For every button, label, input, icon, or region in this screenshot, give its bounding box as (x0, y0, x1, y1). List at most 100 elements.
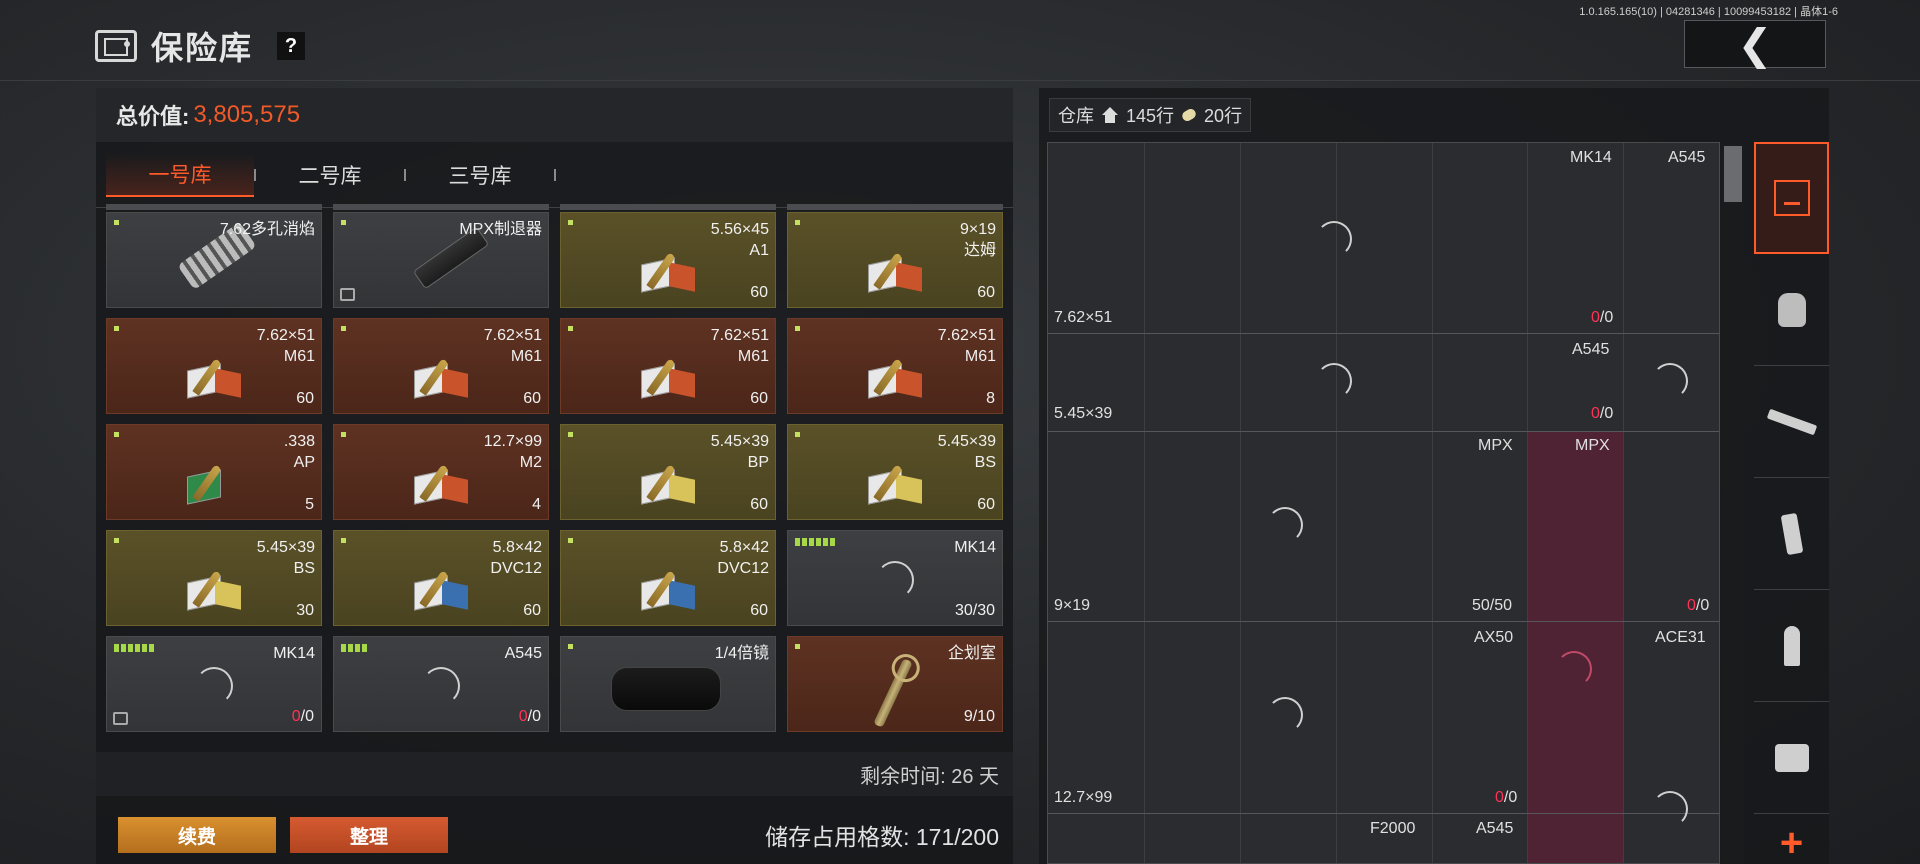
quality-dot (795, 326, 800, 331)
item-name: 5.45×39 BS (937, 433, 996, 471)
item-name: 5.56×45 A1 (710, 221, 769, 259)
loading-spinner-icon (1267, 697, 1303, 733)
item-slot[interactable]: MK14 30/30 (787, 530, 1003, 626)
back-button[interactable]: ❮ (1684, 20, 1826, 68)
loading-spinner-icon (1652, 791, 1688, 827)
item-slot[interactable]: 5.8×42 DVC12 60 (333, 530, 549, 626)
warehouse-grid[interactable]: MK14 A545 7.62×51 0/0 A545 5.45×39 0/0 M… (1047, 142, 1720, 864)
item-slot[interactable]: 企划室 9/10 (787, 636, 1003, 732)
quality-dot (341, 220, 346, 225)
item-name: MK14 (273, 645, 315, 662)
ammo-rows: 20行 (1204, 106, 1243, 126)
item-slot[interactable]: 5.45×39 BP 60 (560, 424, 776, 520)
tab-storage[interactable] (1754, 142, 1829, 254)
item-name: MPX制退器 (459, 221, 542, 238)
item-slot[interactable]: 12.7×99 M2 4 (333, 424, 549, 520)
version-text: 1.0.165.165(10) | 04281346 | 10099453182… (1579, 6, 1838, 18)
capacity-pips (795, 538, 835, 546)
item-name: 5.8×42 DVC12 (717, 539, 769, 577)
tab-attachments[interactable] (1754, 702, 1829, 814)
loading-spinner-icon (1556, 651, 1592, 687)
ammo-box-icon (414, 565, 484, 611)
caliber-label: 7.62×51 (1054, 309, 1113, 326)
item-slot[interactable]: 7.62×51 M61 60 (560, 318, 776, 414)
loading-spinner-icon (195, 667, 233, 705)
quality-dot (568, 644, 573, 649)
item-slot[interactable]: 9×19 达姆 60 (787, 212, 1003, 308)
item-slot[interactable]: 1/4倍镜 (560, 636, 776, 732)
total-value: 3,805,575 (193, 101, 301, 128)
slot-count: 0/0 (1591, 309, 1614, 326)
item-name: 12.7×99 M2 (483, 433, 542, 471)
item-slot[interactable]: MPX制退器 (333, 212, 549, 308)
remaining-time: 剩余时间: 26 天 (96, 752, 1013, 796)
item-slot[interactable]: 7.62×51 M61 60 (333, 318, 549, 414)
slot-label: MK14 (1570, 149, 1612, 166)
item-slot[interactable]: 5.45×39 BS 30 (106, 530, 322, 626)
quality-dot (568, 538, 573, 543)
ammo-box-icon (641, 459, 711, 505)
item-count: 0/0 (518, 708, 541, 725)
item-count: 60 (750, 284, 768, 301)
slot-label: MPX (1478, 437, 1513, 454)
item-slot[interactable]: 7.62×51 M61 8 (787, 318, 1003, 414)
item-name: .338 AP (283, 433, 315, 471)
home-icon (1102, 107, 1118, 123)
ammo-box-icon (187, 353, 257, 399)
ammo-box-icon (641, 247, 711, 293)
warehouse-label: 仓库 (1058, 106, 1094, 126)
total-value-row: 总价值: 3,805,575 (96, 88, 1013, 142)
tab-armor[interactable] (1754, 254, 1829, 366)
item-slot[interactable]: 7.62×51 M61 60 (106, 318, 322, 414)
slot-label: MPX (1575, 437, 1610, 454)
page-title: 保险库 (151, 30, 254, 66)
ammo-box-icon (641, 565, 711, 611)
renew-button[interactable]: 续费 (118, 817, 276, 853)
header-divider (0, 80, 1920, 81)
scrollbar-thumb[interactable] (1724, 146, 1742, 202)
item-name: 9×19 达姆 (959, 221, 996, 259)
item-count: 8 (986, 390, 995, 407)
capacity-pips (341, 644, 367, 652)
item-count: 60 (977, 496, 995, 513)
sort-button[interactable]: 整理 (290, 817, 448, 853)
add-tab-button[interactable]: + (1754, 814, 1829, 864)
item-name: 5.45×39 BP (710, 433, 769, 471)
quality-dot (341, 432, 346, 437)
item-name: 5.8×42 DVC12 (490, 539, 542, 577)
item-slot[interactable]: 7.62多孔消焰 (106, 212, 322, 308)
item-count: 60 (296, 390, 314, 407)
item-name: 企划室 (947, 645, 996, 662)
item-count: 60 (750, 390, 768, 407)
item-name: 7.62多孔消焰 (219, 221, 315, 238)
item-name: 7.62×51 M61 (483, 327, 542, 365)
item-slot[interactable]: MK14 0/0 (106, 636, 322, 732)
item-name: 5.45×39 BS (256, 539, 315, 577)
item-count: 9/10 (963, 708, 995, 725)
slot-label: ACE31 (1655, 629, 1706, 646)
item-slot[interactable]: 5.8×42 DVC12 60 (560, 530, 776, 626)
item-count: 60 (750, 496, 768, 513)
warehouse-scrollbar[interactable] (1722, 144, 1744, 864)
item-name: 7.62×51 M61 (937, 327, 996, 365)
ammo-box-icon (641, 353, 711, 399)
item-slot[interactable]: 5.56×45 A1 60 (560, 212, 776, 308)
help-button[interactable]: ? (277, 32, 306, 60)
scope-icon (611, 667, 721, 711)
tab-vault-2[interactable]: 二号库 (256, 153, 404, 197)
tab-ammo[interactable] (1754, 590, 1829, 702)
item-slot[interactable]: 5.45×39 BS 60 (787, 424, 1003, 520)
tab-weapons[interactable] (1754, 366, 1829, 478)
caliber-label: 9×19 (1054, 597, 1091, 614)
item-slot[interactable]: A545 0/0 (333, 636, 549, 732)
item-slot[interactable]: .338 AP 5 (106, 424, 322, 520)
slot-count: 0/0 (1495, 789, 1518, 806)
tab-magazines[interactable] (1754, 478, 1829, 590)
vault-item-grid: 7.62多孔消焰 MPX制退器 5.56×45 A1 60 9×19 达姆 60… (106, 204, 1003, 752)
tab-vault-3[interactable]: 三号库 (406, 153, 554, 197)
warehouse-header: 仓库 145行 20行 (1049, 98, 1252, 132)
tab-separator (554, 168, 556, 181)
ammo-box-icon (868, 247, 938, 293)
rifle-icon (1766, 408, 1817, 435)
tab-vault-1[interactable]: 一号库 (106, 152, 254, 197)
